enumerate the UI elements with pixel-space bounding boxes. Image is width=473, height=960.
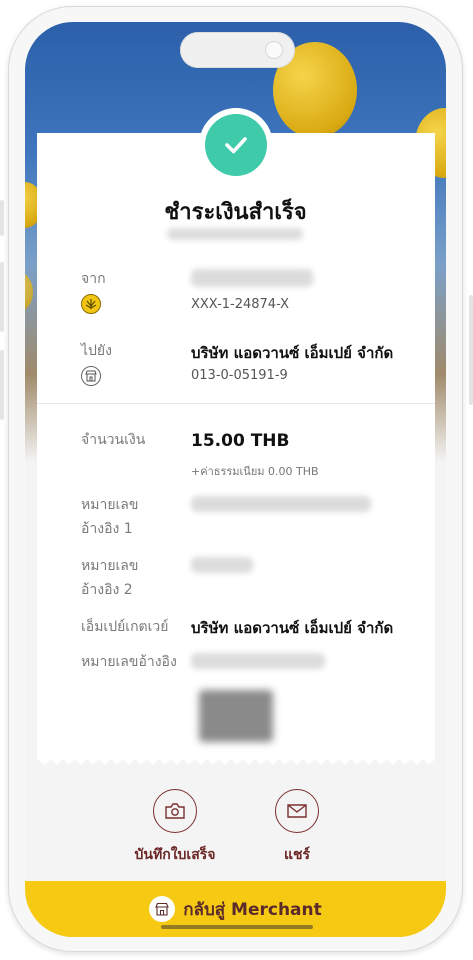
ref1-label-line1: หมายเลข bbox=[81, 497, 139, 513]
amount-label: จำนวนเงิน bbox=[81, 432, 146, 448]
to-merchant-name: บริษัท แอดวานซ์ เอ็มเปย์ จำกัด bbox=[191, 344, 394, 362]
reference-number-redacted bbox=[191, 653, 325, 669]
reference-number-label: หมายเลขอ้างอิง bbox=[81, 654, 177, 670]
ref2-label-line2: อ้างอิง 2 bbox=[81, 582, 133, 598]
ref1-label-line2: อ้างอิง 1 bbox=[81, 521, 133, 537]
camera-dot bbox=[265, 41, 283, 59]
fee-value: +ค่าธรรมเนียม 0.00 THB bbox=[191, 465, 319, 478]
success-badge bbox=[199, 108, 273, 182]
shop-icon bbox=[149, 896, 176, 922]
from-label: จาก bbox=[81, 271, 106, 287]
ref1-value-redacted bbox=[191, 496, 371, 512]
home-indicator[interactable] bbox=[161, 925, 313, 929]
camera-icon bbox=[165, 803, 185, 819]
krungsri-bank-icon bbox=[81, 294, 101, 314]
balloon-image bbox=[25, 272, 33, 312]
phone-side-button bbox=[0, 350, 4, 420]
to-label: ไปยัง bbox=[81, 343, 112, 359]
phone-side-button bbox=[469, 295, 473, 405]
phone-side-button bbox=[0, 262, 4, 332]
share-label[interactable]: แชร์ bbox=[257, 844, 337, 866]
app-screen: ชำระเงินสำเร็จ จาก XXX-1-24874-X ไปยัง บ… bbox=[25, 22, 446, 937]
save-receipt-label[interactable]: บันทึกใบเสร็จ bbox=[125, 844, 225, 866]
gateway-label: เอ็มเปย์เกตเวย์ bbox=[81, 619, 169, 635]
save-receipt-button[interactable] bbox=[153, 789, 197, 833]
ref2-value-redacted bbox=[191, 557, 253, 573]
page-title: ชำระเงินสำเร็จ bbox=[164, 200, 307, 225]
dynamic-island bbox=[180, 32, 295, 68]
amount-value: 15.00 THB bbox=[191, 431, 290, 451]
from-name-redacted bbox=[191, 269, 313, 287]
from-account-number: XXX-1-24874-X bbox=[191, 297, 290, 312]
qr-code-redacted bbox=[199, 690, 273, 742]
share-button[interactable] bbox=[275, 789, 319, 833]
transaction-datetime-redacted bbox=[167, 228, 303, 240]
shop-icon bbox=[81, 366, 101, 386]
back-to-merchant-label[interactable]: กลับสู่ Merchant bbox=[183, 896, 322, 923]
check-icon bbox=[205, 114, 267, 176]
gateway-value: บริษัท แอดวานซ์ เอ็มเปย์ จำกัด bbox=[191, 619, 394, 637]
ref2-label-line1: หมายเลข bbox=[81, 558, 139, 574]
to-account-number: 013-0-05191-9 bbox=[191, 368, 288, 383]
divider bbox=[37, 403, 435, 404]
phone-side-button bbox=[0, 200, 4, 236]
envelope-icon bbox=[287, 804, 307, 818]
receipt-torn-edge bbox=[37, 753, 435, 765]
